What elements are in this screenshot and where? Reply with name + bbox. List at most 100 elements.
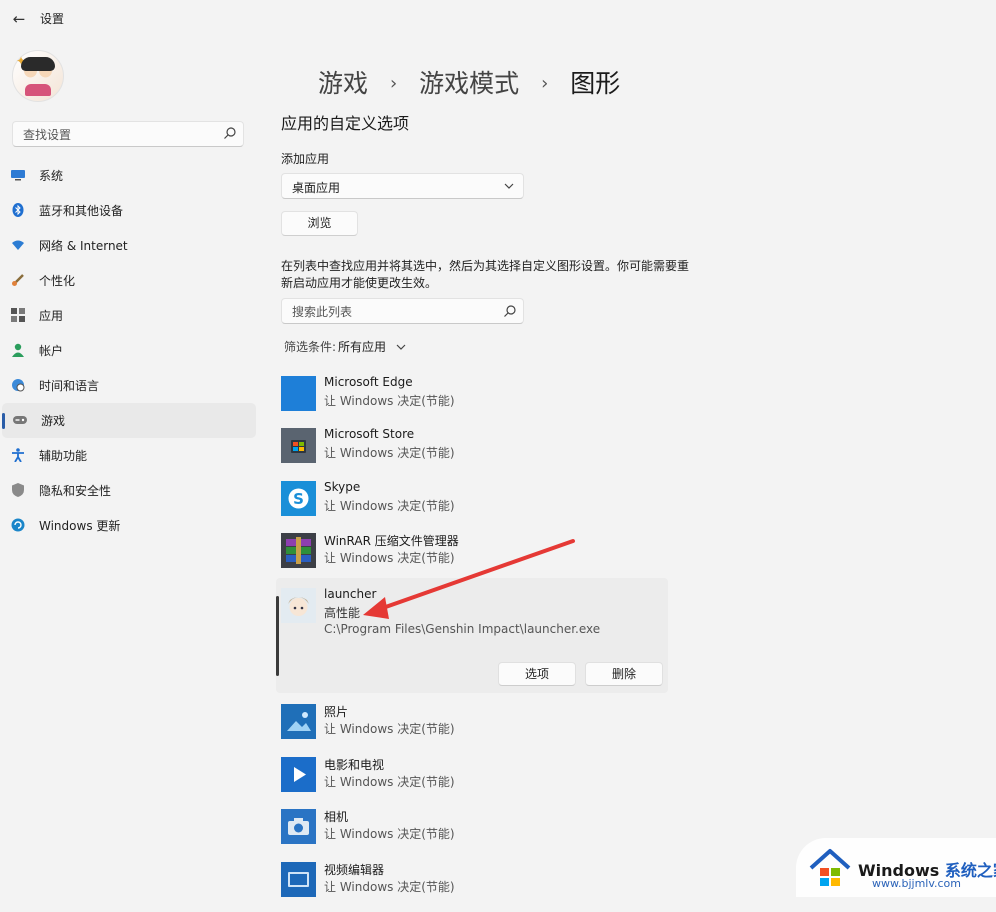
avatar[interactable]: ✦ [12, 50, 64, 102]
app-name: Microsoft Store [324, 427, 415, 441]
delete-button[interactable]: 删除 [585, 662, 663, 686]
chevron-down-icon [504, 183, 514, 189]
accessibility-icon [11, 448, 25, 462]
app-list-item[interactable]: 电影和电视 让 Windows 决定(节能) [281, 757, 671, 807]
app-preference: 让 Windows 决定(节能) [324, 880, 455, 894]
app-name: 电影和电视 [324, 758, 385, 772]
app-name: 视频编辑器 [324, 863, 385, 877]
wifi-icon [11, 238, 25, 252]
brush-icon [11, 273, 25, 287]
sidebar-item-time-language[interactable]: 时间和语言 [0, 368, 260, 403]
search-icon [224, 127, 236, 139]
app-name: Skype [324, 480, 361, 494]
add-app-dropdown-value: 桌面应用 [292, 181, 341, 195]
sidebar-item-personalization[interactable]: 个性化 [0, 263, 260, 298]
app-list-item[interactable]: 视频编辑器 让 Windows 决定(节能) [281, 862, 671, 912]
selection-indicator [276, 596, 279, 676]
chevron-right-icon: › [389, 73, 398, 94]
launcher-icon [281, 588, 316, 623]
bluetooth-icon [11, 203, 25, 217]
breadcrumb-current: 图形 [570, 69, 621, 98]
sidebar-item-label: 蓝牙和其他设备 [39, 204, 124, 218]
app-name: 相机 [324, 810, 349, 824]
app-list-item[interactable]: 照片 让 Windows 决定(节能) [281, 704, 671, 754]
photos-icon [281, 704, 316, 739]
app-list-item[interactable]: Microsoft Store 让 Windows 决定(节能) [281, 427, 671, 478]
sidebar-item-label: 隐私和安全性 [39, 484, 112, 498]
sidebar-item-label: 个性化 [39, 274, 76, 288]
breadcrumb: 游戏 › 游戏模式 › 图形 [318, 64, 620, 100]
list-search-input[interactable] [290, 304, 494, 320]
sidebar-item-bluetooth[interactable]: 蓝牙和其他设备 [0, 193, 260, 228]
filter-dropdown[interactable]: 筛选条件: 所有应用 [284, 338, 406, 355]
filter-label: 筛选条件: [284, 340, 337, 354]
sidebar-item-label: 系统 [39, 169, 64, 183]
watermark: Windows 系统之家 www.bjjmlv.com [796, 838, 996, 897]
sidebar-nav: 系统 蓝牙和其他设备 网络 & Internet 个性化 应用 帐户 时间和语言… [0, 158, 260, 543]
browse-button[interactable]: 浏览 [281, 211, 358, 236]
list-search-box[interactable] [281, 298, 524, 324]
sidebar-search-input[interactable] [21, 127, 215, 143]
gamepad-icon [13, 413, 27, 427]
description-text: 在列表中查找应用并将其选中，然后为其选择自定义图形设置。你可能需要重新启动应用才… [281, 259, 690, 290]
app-preference: 让 Windows 决定(节能) [324, 827, 455, 841]
watermark-url: www.bjjmlv.com [872, 877, 961, 890]
app-list-item[interactable]: 相机 让 Windows 决定(节能) [281, 809, 671, 859]
section-title: 应用的自定义选项 [281, 114, 410, 133]
app-title: 设置 [40, 12, 65, 26]
sidebar-item-privacy[interactable]: 隐私和安全性 [0, 473, 260, 508]
sidebar-item-label: 时间和语言 [39, 379, 100, 393]
sidebar-item-label: 网络 & Internet [39, 239, 128, 253]
shield-icon [11, 483, 25, 497]
apps-icon [11, 308, 25, 322]
sidebar-item-label: 游戏 [41, 414, 66, 428]
monitor-icon [11, 168, 25, 182]
windows-house-logo-icon [809, 849, 851, 886]
filter-value: 所有应用 [338, 340, 387, 354]
sidebar-search-box[interactable] [12, 121, 244, 147]
options-button[interactable]: 选项 [498, 662, 576, 686]
sidebar-item-windows-update[interactable]: Windows 更新 [0, 508, 260, 543]
edge-icon [281, 376, 316, 411]
person-icon [11, 343, 25, 357]
sidebar-item-gaming[interactable]: 游戏 [2, 403, 256, 438]
title-bar: ← 设置 [0, 0, 996, 36]
annotation-arrow [363, 539, 575, 619]
skype-icon: S [281, 481, 316, 516]
app-list-item[interactable]: Microsoft Edge 让 Windows 决定(节能) [281, 375, 671, 426]
back-arrow-icon: ← [12, 10, 26, 28]
sidebar-item-accessibility[interactable]: 辅助功能 [0, 438, 260, 473]
chevron-down-icon [396, 344, 406, 350]
chevron-right-icon: › [541, 73, 549, 94]
app-preference: 让 Windows 决定(节能) [324, 446, 455, 460]
app-preference: 让 Windows 决定(节能) [324, 722, 455, 736]
video-editor-icon [281, 862, 316, 897]
add-app-dropdown[interactable]: 桌面应用 [281, 173, 524, 199]
sidebar-item-label: 帐户 [39, 344, 64, 358]
camera-icon [281, 809, 316, 844]
sidebar-item-label: Windows 更新 [39, 519, 121, 533]
search-icon [504, 305, 516, 317]
svg-text:S: S [293, 490, 304, 508]
app-list-item[interactable]: S Skype 让 Windows 决定(节能) [281, 480, 671, 531]
globe-clock-icon [11, 378, 25, 392]
sidebar-item-label: 辅助功能 [39, 449, 88, 463]
breadcrumb-gaming[interactable]: 游戏 [318, 69, 368, 98]
sidebar-item-network[interactable]: 网络 & Internet [0, 228, 260, 263]
app-name: 照片 [324, 705, 349, 719]
sidebar-item-accounts[interactable]: 帐户 [0, 333, 260, 368]
back-button[interactable]: ← [8, 8, 30, 30]
sidebar-item-apps[interactable]: 应用 [0, 298, 260, 333]
add-app-label: 添加应用 [281, 152, 330, 166]
sidebar-item-system[interactable]: 系统 [0, 158, 260, 193]
app-name: Microsoft Edge [324, 375, 413, 389]
app-preference: 让 Windows 决定(节能) [324, 394, 455, 408]
winrar-icon [281, 533, 316, 568]
sidebar-item-label: 应用 [39, 309, 64, 323]
update-icon [11, 518, 25, 532]
app-preference: 让 Windows 决定(节能) [324, 499, 455, 513]
movies-tv-icon [281, 757, 316, 792]
app-preference: 让 Windows 决定(节能) [324, 775, 455, 789]
breadcrumb-game-mode[interactable]: 游戏模式 [419, 69, 519, 98]
store-icon [281, 428, 316, 463]
